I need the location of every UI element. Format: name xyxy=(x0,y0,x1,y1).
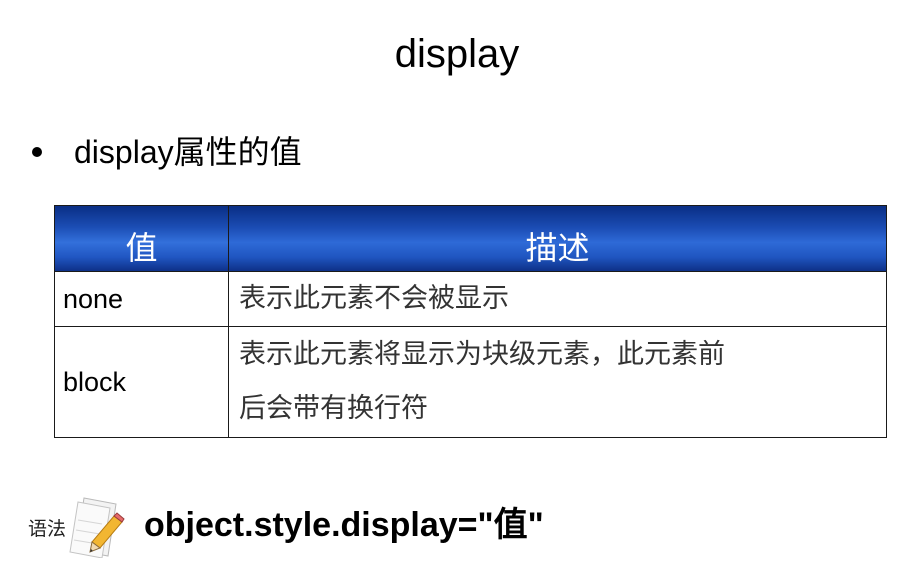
header-value: 值 xyxy=(54,205,229,272)
header-description: 描述 xyxy=(228,205,887,272)
syntax-code: object.style.display="值" xyxy=(144,506,544,544)
description-cell: 表示此元素将显示为块级元素，此元素前 后会带有换行符 xyxy=(228,326,887,438)
description-line: 表示此元素将显示为块级元素，此元素前 xyxy=(239,339,725,370)
description-line: 表示此元素不会被显示 xyxy=(239,283,509,314)
table-row: none 表示此元素不会被显示 xyxy=(54,271,887,327)
bullet-text: display属性的值 xyxy=(74,134,302,170)
description-cell: 表示此元素不会被显示 xyxy=(228,271,887,327)
description-line: 后会带有换行符 xyxy=(239,393,428,424)
pencil-document-icon: 语法 xyxy=(26,492,126,558)
bullet-item: display属性的值 xyxy=(28,130,302,174)
value-cell: block xyxy=(54,326,229,438)
slide-title: display xyxy=(394,32,520,76)
bullet-dot-icon xyxy=(32,147,42,157)
syntax-label: 语法 xyxy=(28,518,67,540)
table-header-row: 值 描述 xyxy=(54,205,887,272)
table-row: block 表示此元素将显示为块级元素，此元素前 后会带有换行符 xyxy=(54,326,887,438)
syntax-row: 语法 object.style.display="值" xyxy=(26,490,544,560)
slide: display display属性的值 值 描述 none 表示此元素不会被显示… xyxy=(0,0,924,580)
display-values-table: 值 描述 none 表示此元素不会被显示 block 表示此元素将显示为块级元素… xyxy=(54,205,887,438)
value-cell: none xyxy=(54,271,229,327)
